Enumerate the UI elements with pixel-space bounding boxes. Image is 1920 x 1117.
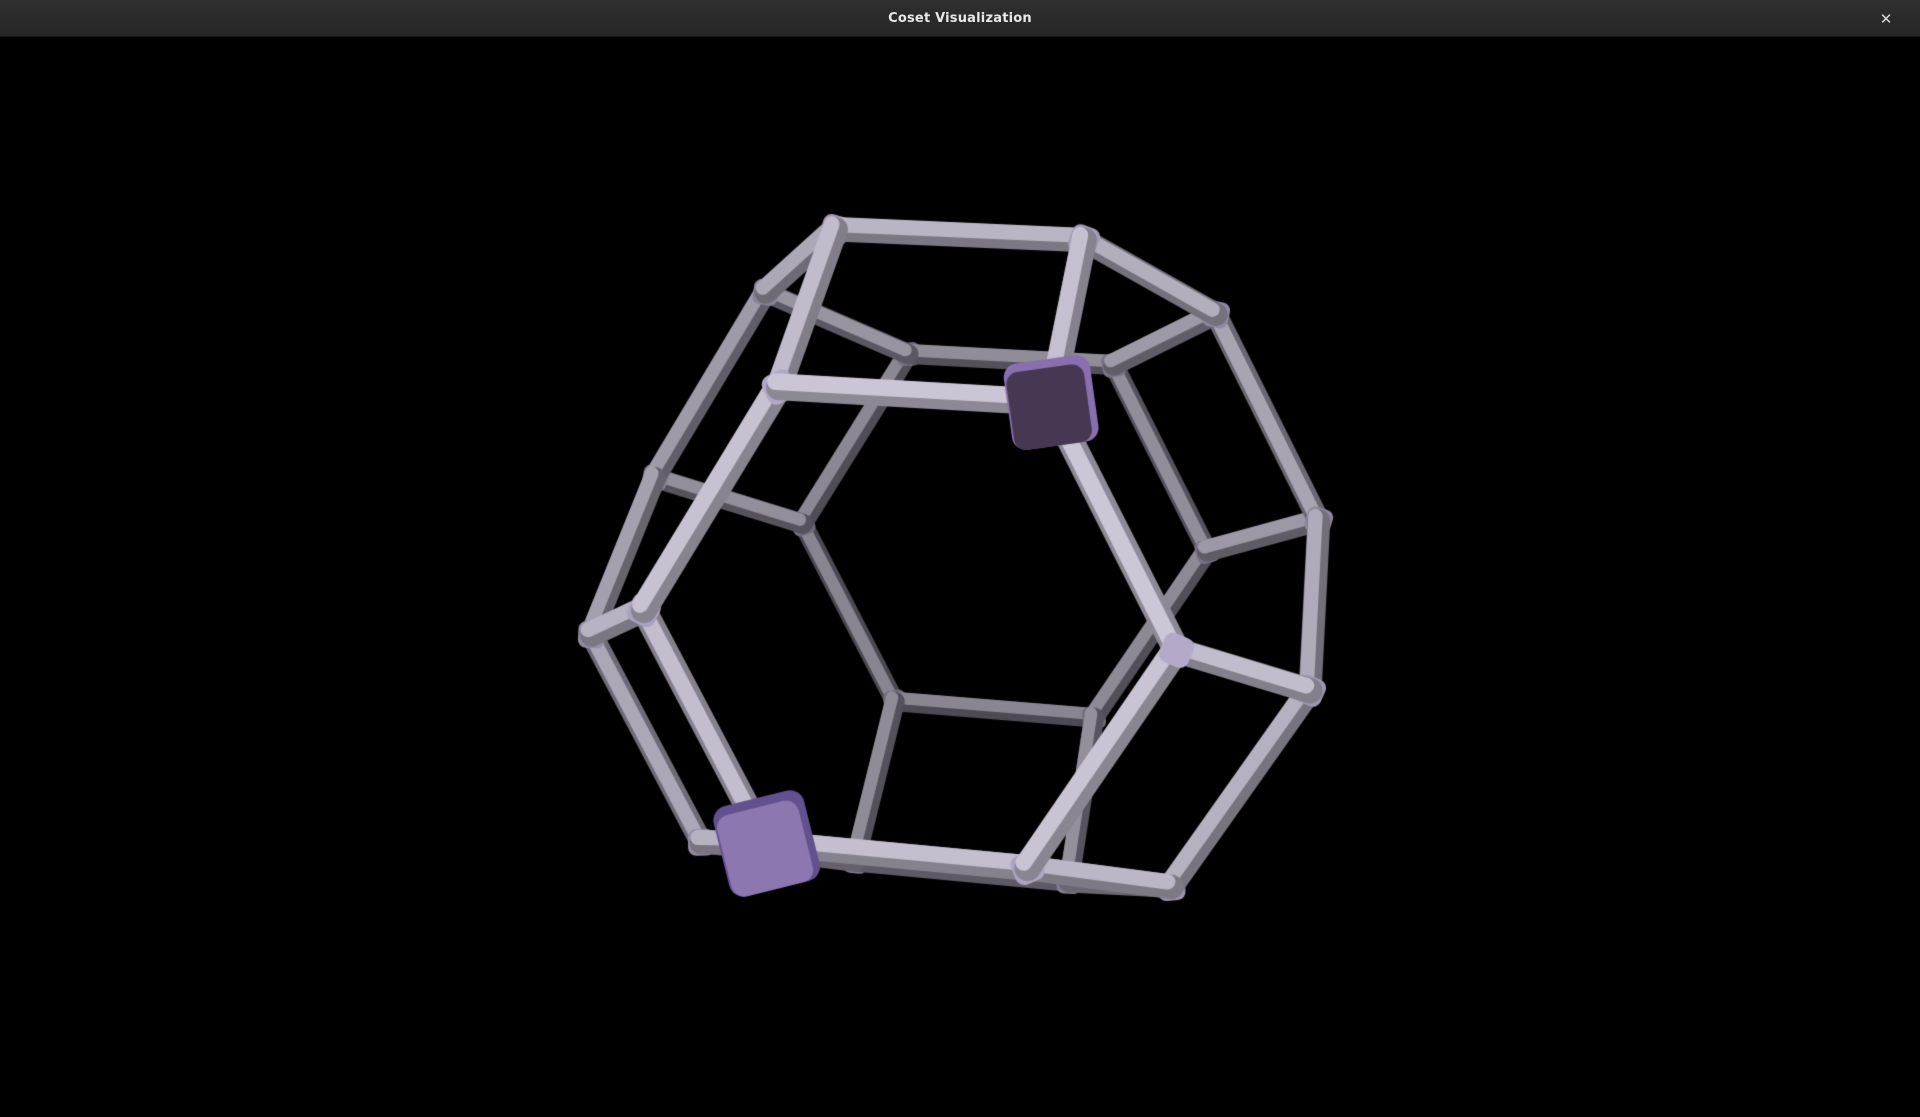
close-icon: ✕ (1880, 10, 1893, 28)
viewport (0, 37, 1920, 1117)
titlebar[interactable]: Coset Visualization (0, 0, 1920, 37)
window-title: Coset Visualization (888, 11, 1032, 26)
3d-viewport[interactable] (0, 37, 1920, 1117)
close-button[interactable]: ✕ (1866, 0, 1906, 37)
